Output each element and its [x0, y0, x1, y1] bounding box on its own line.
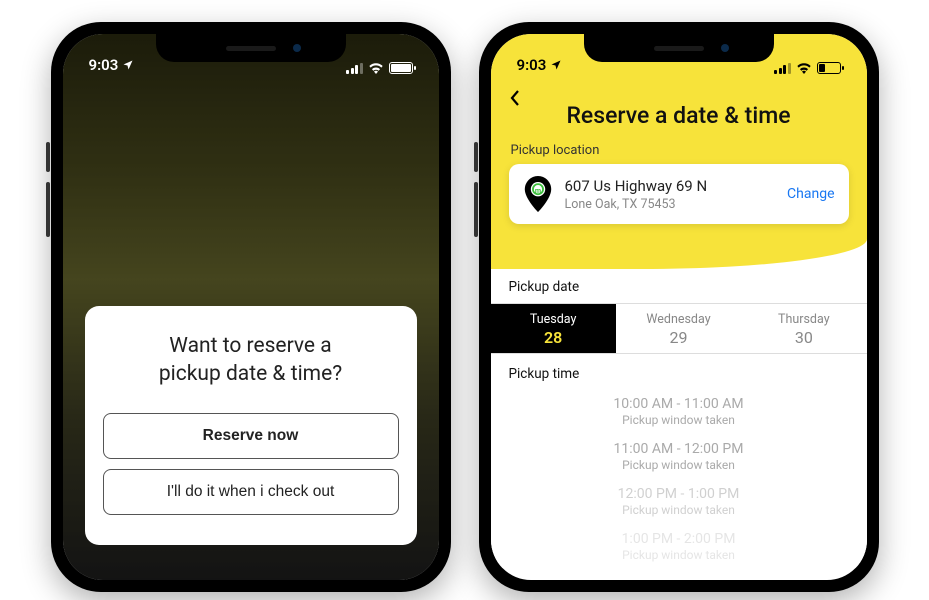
time-range: 10:00 AM - 11:00 AM — [491, 396, 867, 412]
back-button[interactable] — [509, 89, 520, 112]
time-range: 12:00 PM - 1:00 PM — [491, 486, 867, 502]
date-time-section: Pickup date Tuesday 28 Wednesday 29 Thur… — [491, 269, 867, 568]
device-notch — [584, 34, 774, 62]
time-slot[interactable]: 12:00 PM - 1:00 PM Pickup window taken — [491, 478, 867, 523]
pickup-location-label: Pickup location — [491, 129, 867, 164]
phone-mockup-right: 9:03 Reserve a date & time Pickup loca — [479, 22, 879, 592]
date-num-label: 30 — [741, 328, 866, 347]
date-num-label: 29 — [616, 328, 741, 347]
reserve-prompt-modal: Want to reserve a pickup date & time? Re… — [85, 306, 417, 545]
date-day-label: Wednesday — [616, 312, 741, 327]
time-range: 11:00 AM - 12:00 PM — [491, 441, 867, 457]
location-arrow-icon — [550, 59, 562, 71]
date-option-wednesday[interactable]: Wednesday 29 — [616, 304, 741, 353]
screen-right: 9:03 Reserve a date & time Pickup loca — [491, 34, 867, 580]
date-option-thursday[interactable]: Thursday 30 — [741, 304, 866, 353]
status-time: 9:03 — [89, 56, 119, 74]
map-pin-icon: m — [523, 176, 553, 212]
modal-title: Want to reserve a pickup date & time? — [103, 332, 399, 389]
modal-title-line1: Want to reserve a — [169, 334, 331, 358]
time-status: Pickup window taken — [491, 413, 867, 427]
signal-icon — [346, 63, 363, 74]
location-arrow-icon — [122, 59, 134, 71]
date-option-tuesday[interactable]: Tuesday 28 — [491, 304, 616, 353]
date-num-label: 28 — [491, 328, 616, 347]
screen-left: 9:03 Want to reserve a pickup date & tim… — [63, 34, 439, 580]
time-status: Pickup window taken — [491, 503, 867, 517]
reserve-now-button[interactable]: Reserve now — [103, 413, 399, 459]
address-line2: Lone Oak, TX 75453 — [565, 197, 776, 212]
signal-icon — [774, 63, 791, 74]
header: 9:03 Reserve a date & time Pickup loca — [491, 34, 867, 269]
time-range: 1:00 PM - 2:00 PM — [491, 531, 867, 547]
battery-icon — [389, 62, 413, 74]
device-notch — [156, 34, 346, 62]
later-button[interactable]: I'll do it when i check out — [103, 469, 399, 515]
page-title: Reserve a date & time — [491, 76, 867, 129]
time-status: Pickup window taken — [491, 458, 867, 472]
pickup-location-card: m 607 Us Highway 69 N Lone Oak, TX 75453… — [509, 164, 849, 224]
battery-icon — [817, 62, 841, 74]
time-slot[interactable]: 1:00 PM - 2:00 PM Pickup window taken — [491, 523, 867, 568]
address-line1: 607 Us Highway 69 N — [565, 177, 776, 195]
status-time: 9:03 — [517, 56, 547, 74]
time-slot[interactable]: 10:00 AM - 11:00 AM Pickup window taken — [491, 388, 867, 433]
date-picker: Tuesday 28 Wednesday 29 Thursday 30 — [491, 303, 867, 354]
modal-title-line2: pickup date & time? — [159, 362, 342, 386]
date-day-label: Tuesday — [491, 312, 616, 327]
phone-mockup-left: 9:03 Want to reserve a pickup date & tim… — [51, 22, 451, 592]
wifi-icon — [368, 62, 384, 74]
change-location-link[interactable]: Change — [787, 186, 834, 202]
date-day-label: Thursday — [741, 312, 866, 327]
pickup-time-label: Pickup time — [491, 354, 867, 388]
location-text: 607 Us Highway 69 N Lone Oak, TX 75453 — [565, 177, 776, 212]
time-status: Pickup window taken — [491, 548, 867, 562]
pickup-date-label: Pickup date — [491, 269, 867, 303]
svg-text:m: m — [534, 186, 540, 195]
wifi-icon — [796, 62, 812, 74]
time-slot[interactable]: 11:00 AM - 12:00 PM Pickup window taken — [491, 433, 867, 478]
